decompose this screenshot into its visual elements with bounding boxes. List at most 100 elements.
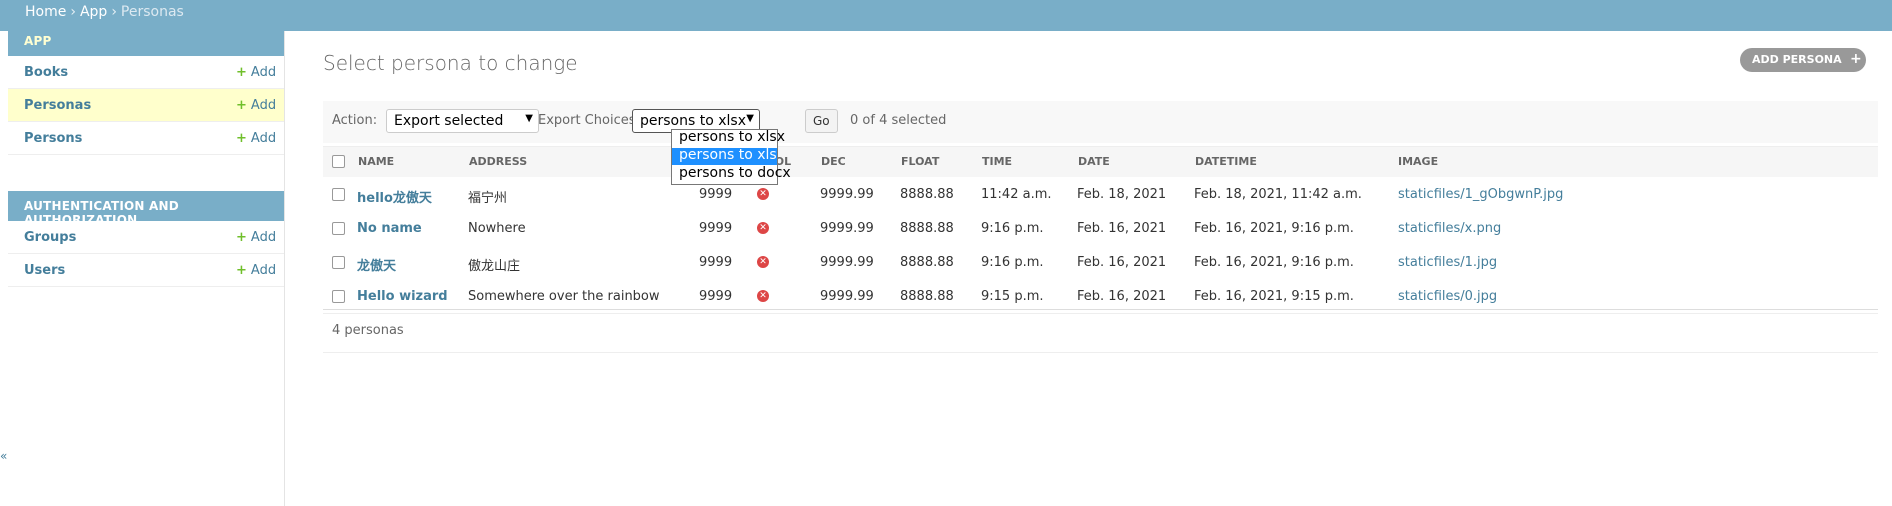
- add-persona-button[interactable]: ADD PERSONA +: [1740, 48, 1866, 72]
- table-row: 龙傲天 傲龙山庄 9999 ✕ 9999.99 8888.88 9:16 p.m…: [323, 245, 1878, 280]
- column-header-image[interactable]: IMAGE: [1398, 155, 1438, 168]
- module-title-app[interactable]: APP: [8, 26, 284, 56]
- option-label: persons to xls: [679, 147, 777, 163]
- row-time: 9:16 p.m.: [981, 255, 1044, 270]
- breadcrumb-app-link[interactable]: App: [80, 4, 107, 20]
- breadcrumb-home-link[interactable]: Home: [25, 4, 66, 20]
- action-select-value: Export selected: [394, 113, 504, 129]
- row-name-link[interactable]: 龙傲天: [357, 255, 396, 274]
- column-header-datetime[interactable]: DATETIME: [1195, 155, 1257, 168]
- false-icon: ✕: [757, 256, 769, 268]
- sidebar: APP Books + Add Personas + Add Persons + Ad…: [8, 26, 285, 506]
- row-address: Nowhere: [468, 221, 526, 236]
- breadcrumb-separator: ›: [70, 4, 76, 20]
- row-name-link[interactable]: Hello wizard: [357, 289, 448, 304]
- plus-icon: +: [236, 263, 247, 278]
- table-row: hello龙傲天 福宁州 9999 ✕ 9999.99 8888.88 11:4…: [323, 177, 1878, 212]
- column-header-name[interactable]: NAME: [358, 155, 394, 168]
- select-all-checkbox[interactable]: [332, 155, 345, 168]
- sidebar-add-users-link[interactable]: + Add: [236, 263, 276, 278]
- column-header-dec[interactable]: DEC: [821, 155, 846, 168]
- row-float: 8888.88: [900, 221, 954, 236]
- column-header-address[interactable]: ADDRESS: [469, 155, 527, 168]
- row-image-link[interactable]: staticfiles/1.jpg: [1398, 255, 1497, 270]
- sidebar-item-users: Users + Add: [8, 254, 284, 287]
- module-title-app-label[interactable]: APP: [24, 34, 51, 48]
- sidebar-collapse-toggle[interactable]: «: [0, 449, 7, 463]
- export-choices-label: Export Choices: [538, 113, 636, 128]
- breadcrumb-separator: ›: [111, 4, 117, 20]
- row-image-link[interactable]: staticfiles/1_gObgwnP.jpg: [1398, 187, 1563, 202]
- column-header-date[interactable]: DATE: [1078, 155, 1110, 168]
- breadcrumb: Home › App › Personas: [25, 4, 184, 20]
- row-dec: 9999.99: [820, 255, 874, 270]
- sidebar-add-persons-link[interactable]: + Add: [236, 131, 276, 146]
- module-title-auth[interactable]: AUTHENTICATION AND AUTHORIZATION: [8, 191, 284, 227]
- paginator: 4 personas: [323, 310, 1878, 353]
- caret-down-icon: ▼: [525, 113, 533, 124]
- sidebar-add-groups-link[interactable]: + Add: [236, 230, 276, 245]
- table-header: NAME ADDRESS BOOL DEC FLOAT TIME DATE DA…: [323, 146, 1878, 178]
- false-icon: ✕: [757, 290, 769, 302]
- row-float: 8888.88: [900, 289, 954, 304]
- sidebar-item-groups-link[interactable]: Groups: [24, 230, 76, 245]
- row-checkbox[interactable]: [332, 188, 345, 201]
- row-datetime: Feb. 16, 2021, 9:15 p.m.: [1194, 289, 1354, 304]
- go-button[interactable]: Go: [805, 109, 838, 133]
- row-checkbox[interactable]: [332, 290, 345, 303]
- action-label: Action:: [332, 113, 378, 128]
- row-number: 9999: [699, 187, 733, 202]
- row-number: 9999: [699, 289, 733, 304]
- sidebar-item-personas-link[interactable]: Personas: [24, 98, 91, 113]
- export-option-xlsx[interactable]: persons to xlsx: [672, 129, 785, 147]
- sidebar-item-personas: Personas + Add: [8, 89, 284, 122]
- action-select[interactable]: Export selected ▼: [386, 109, 539, 133]
- row-name-link[interactable]: hello龙傲天: [357, 187, 432, 206]
- row-number: 9999: [699, 221, 733, 236]
- row-address: 福宁州: [468, 191, 508, 206]
- row-image-link[interactable]: staticfiles/x.png: [1398, 221, 1501, 236]
- sidebar-item-users-link[interactable]: Users: [24, 263, 65, 278]
- row-dec: 9999.99: [820, 289, 874, 304]
- row-dec: 9999.99: [820, 221, 874, 236]
- export-choices-value: persons to xlsx: [640, 113, 746, 129]
- sidebar-item-persons-link[interactable]: Persons: [24, 131, 82, 146]
- row-time: 11:42 a.m.: [981, 187, 1052, 202]
- plus-icon: +: [236, 230, 247, 245]
- option-label: persons to xlsx: [679, 129, 785, 145]
- main-content: Select persona to change ADD PERSONA + A…: [285, 31, 1892, 506]
- page-title: Select persona to change: [323, 51, 578, 75]
- sidebar-add-books-link[interactable]: + Add: [236, 65, 276, 80]
- row-image-link[interactable]: staticfiles/0.jpg: [1398, 289, 1497, 304]
- column-header-float[interactable]: FLOAT: [901, 155, 939, 168]
- row-datetime: Feb. 18, 2021, 11:42 a.m.: [1194, 187, 1362, 202]
- table-row: No name Nowhere 9999 ✕ 9999.99 8888.88 9…: [323, 211, 1878, 246]
- row-name-link[interactable]: No name: [357, 221, 422, 236]
- breadcrumb-current: Personas: [120, 4, 184, 20]
- sidebar-add-personas-link[interactable]: + Add: [236, 98, 276, 113]
- row-checkbox[interactable]: [332, 222, 345, 235]
- add-persona-label: ADD PERSONA: [1752, 53, 1842, 66]
- row-dec: 9999.99: [820, 187, 874, 202]
- go-label: Go: [813, 114, 830, 128]
- row-date: Feb. 16, 2021: [1077, 289, 1167, 304]
- actions-bar: Action: Export selected ▼ Export Choices…: [323, 101, 1878, 143]
- row-checkbox[interactable]: [332, 256, 345, 269]
- add-label: Add: [250, 65, 277, 80]
- row-number: 9999: [699, 255, 733, 270]
- sidebar-item-books-link[interactable]: Books: [24, 65, 68, 80]
- sidebar-item-persons: Persons + Add: [8, 122, 284, 155]
- plus-icon: +: [1850, 51, 1862, 67]
- column-header-time[interactable]: TIME: [982, 155, 1012, 168]
- row-address: 傲龙山庄: [468, 259, 521, 274]
- export-option-xls[interactable]: persons to xls: [672, 147, 777, 165]
- add-label: Add: [250, 263, 277, 278]
- plus-icon: +: [236, 98, 247, 113]
- export-option-docx[interactable]: persons to docx: [672, 165, 791, 183]
- row-datetime: Feb. 16, 2021, 9:16 p.m.: [1194, 221, 1354, 236]
- export-choices-dropdown: persons to xlsx persons to xls persons t…: [671, 129, 791, 185]
- add-label: Add: [250, 98, 277, 113]
- plus-icon: +: [236, 65, 247, 80]
- sidebar-item-books: Books + Add: [8, 56, 284, 89]
- row-datetime: Feb. 16, 2021, 9:16 p.m.: [1194, 255, 1354, 270]
